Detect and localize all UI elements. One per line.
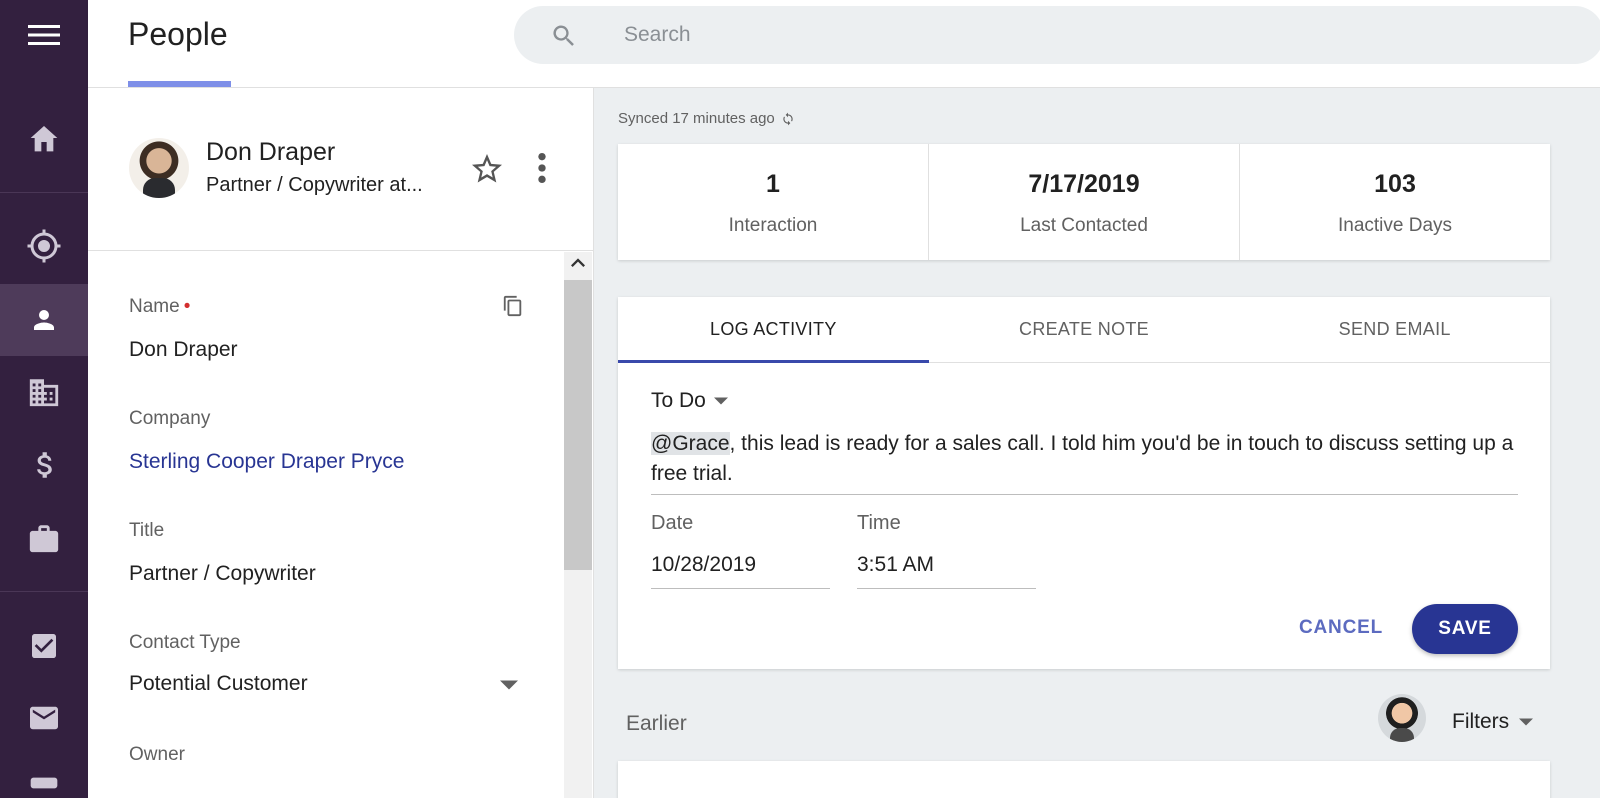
nav-item-more[interactable] <box>0 760 88 798</box>
avatar[interactable] <box>129 138 189 198</box>
search-icon[interactable] <box>550 22 578 50</box>
calendar-icon <box>30 777 58 789</box>
contact-type-select[interactable]: Potential Customer <box>129 672 308 696</box>
mail-icon <box>30 706 58 730</box>
star-icon[interactable] <box>469 151 505 187</box>
title-label: Title <box>129 520 165 541</box>
chevron-up-icon[interactable] <box>571 258 585 268</box>
stat-label: Interaction <box>728 215 818 236</box>
mention-chip[interactable]: @Grace <box>651 432 730 455</box>
activity-type-select[interactable]: To Do <box>651 389 728 413</box>
stat-inactive-days: 103 Inactive Days <box>1240 144 1550 260</box>
nav-item-opportunities[interactable] <box>0 429 88 501</box>
search-bar[interactable] <box>514 6 1600 64</box>
time-label: Time <box>857 512 901 534</box>
required-marker: • <box>183 296 191 317</box>
contact-name: Don Draper <box>206 138 336 166</box>
stat-label: Last Contacted <box>1020 215 1148 236</box>
dollar-icon <box>37 452 52 478</box>
note-underline <box>651 494 1518 495</box>
note-textarea[interactable]: @Grace, this lead is ready for a sales c… <box>651 429 1521 489</box>
home-icon <box>30 126 58 152</box>
stat-value: 1 <box>766 170 780 198</box>
tab-send-email[interactable]: SEND EMAIL <box>1239 297 1550 362</box>
tab-log-activity[interactable]: LOG ACTIVITY <box>618 297 929 363</box>
person-icon <box>34 310 54 330</box>
tab-create-note[interactable]: CREATE NOTE <box>929 297 1240 362</box>
contact-fields: Name • Don Draper Company Sterling Cooper… <box>88 252 594 798</box>
sync-text: Synced 17 minutes ago <box>618 110 775 127</box>
nav-divider <box>0 192 88 193</box>
note-body: , this lead is ready for a sales call. I… <box>651 432 1514 485</box>
app-header: People <box>88 0 1600 88</box>
activity-type-value: To Do <box>651 389 706 412</box>
save-button[interactable]: SAVE <box>1412 604 1518 654</box>
stat-label: Inactive Days <box>1337 215 1453 236</box>
time-input[interactable]: 3:51 AM <box>857 553 934 577</box>
company-label: Company <box>129 408 211 429</box>
owner-label: Owner <box>129 744 185 765</box>
company-link[interactable]: Sterling Cooper Draper Pryce <box>129 450 404 474</box>
stat-value: 103 <box>1374 170 1416 198</box>
contact-subtitle: Partner / Copywriter at... <box>206 174 423 196</box>
nav-item-people[interactable] <box>0 284 88 356</box>
copy-icon[interactable] <box>502 294 524 318</box>
activity-composer: LOG ACTIVITY CREATE NOTE SEND EMAIL To D… <box>618 297 1550 669</box>
nav-item-leads[interactable] <box>0 210 88 282</box>
name-value[interactable]: Don Draper <box>129 338 238 362</box>
target-icon <box>27 229 61 263</box>
activity-feed-card <box>618 761 1550 798</box>
nav-divider <box>0 591 88 592</box>
sync-status: Synced 17 minutes ago <box>618 110 795 127</box>
contact-header: Don Draper Partner / Copywriter at... <box>88 88 594 251</box>
scrollbar-thumb[interactable] <box>564 280 592 570</box>
earlier-heading: Earlier <box>626 712 687 735</box>
search-input[interactable] <box>624 20 1524 50</box>
stats-card: 1 Interaction 7/17/2019 Last Contacted 1… <box>618 144 1550 260</box>
scrollbar[interactable] <box>564 252 592 798</box>
activity-tabs: LOG ACTIVITY CREATE NOTE SEND EMAIL <box>618 297 1550 363</box>
contact-panel: Don Draper Partner / Copywriter at... Na… <box>88 88 594 798</box>
caret-down-icon <box>1519 718 1534 726</box>
title-underline <box>128 81 231 87</box>
stat-last-contacted: 7/17/2019 Last Contacted <box>929 144 1240 260</box>
nav-item-home[interactable] <box>0 102 88 174</box>
contact-type-label: Contact Type <box>129 632 241 653</box>
activity-area: Synced 17 minutes ago 1 Interaction 7/17… <box>594 88 1600 798</box>
name-label: Name • <box>129 296 191 317</box>
briefcase-icon <box>29 525 59 553</box>
stat-value: 7/17/2019 <box>1028 170 1140 198</box>
nav-item-projects[interactable] <box>0 502 88 574</box>
filters-dropdown[interactable]: Filters <box>1452 710 1534 734</box>
checkbox-icon <box>32 634 56 658</box>
user-avatar[interactable] <box>1378 694 1426 742</box>
nav-item-email[interactable] <box>0 682 88 754</box>
more-vert-icon[interactable] <box>534 151 550 185</box>
nav-item-tasks[interactable] <box>0 610 88 682</box>
menu-button[interactable] <box>0 0 88 70</box>
stat-interactions: 1 Interaction <box>618 144 929 260</box>
cancel-button[interactable]: CANCEL <box>1283 604 1399 652</box>
nav-rail <box>0 0 88 798</box>
caret-down-icon <box>713 397 728 405</box>
date-input[interactable]: 10/28/2019 <box>651 553 756 577</box>
filters-label: Filters <box>1452 710 1510 733</box>
date-underline <box>651 588 830 589</box>
title-value[interactable]: Partner / Copywriter <box>129 562 316 586</box>
caret-down-icon[interactable] <box>500 680 518 690</box>
time-underline <box>857 588 1036 589</box>
date-label: Date <box>651 512 694 534</box>
page-title: People <box>128 16 228 52</box>
nav-item-companies[interactable] <box>0 356 88 428</box>
building-icon <box>29 379 59 407</box>
hamburger-icon <box>28 25 60 45</box>
sync-icon[interactable] <box>781 112 795 126</box>
